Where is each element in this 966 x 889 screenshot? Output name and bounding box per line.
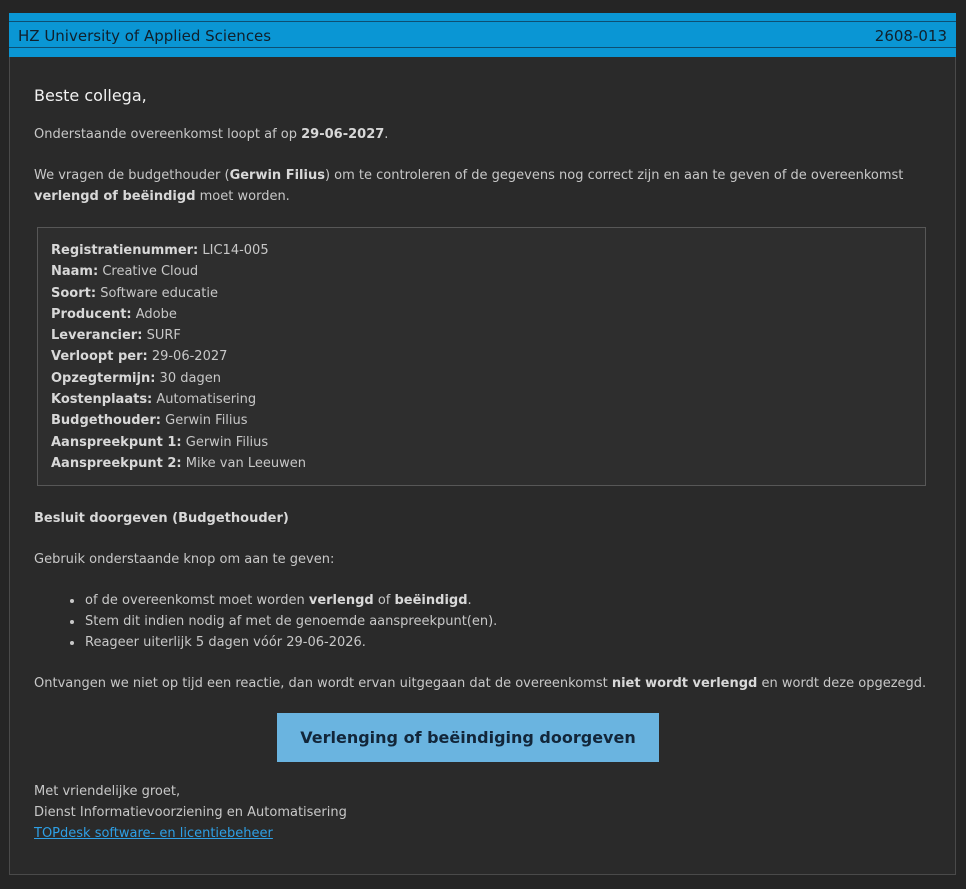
detail-value: Gerwin Filius — [165, 413, 248, 429]
signature-link-row: TOPdesk software- en licentiebeheer — [34, 823, 934, 844]
reference-code: 2608-013 — [874, 27, 947, 45]
detail-row: Aanspreekpunt 1: Gerwin Filius — [51, 432, 912, 453]
header-bar: HZ University of Applied Sciences 2608-0… — [9, 13, 956, 57]
detail-label: Aanspreekpunt 1: — [51, 434, 182, 450]
detail-row: Budgethouder: Gerwin Filius — [51, 410, 912, 431]
bullet1-mid: of — [373, 593, 395, 609]
email-body: Beste collega, Onderstaande overeenkomst… — [34, 85, 934, 844]
request-bold: verlengd of beëindigd — [34, 189, 196, 204]
detail-value: 29-06-2027 — [151, 349, 228, 365]
department: Dienst Informatievoorziening en Automati… — [34, 805, 347, 821]
detail-value: Creative Cloud — [102, 264, 199, 280]
warning-bold: niet wordt verlengd — [611, 676, 758, 692]
topdesk-link[interactable]: TOPdesk software- en licentiebeheer — [34, 826, 273, 841]
detail-value: LIC14-005 — [202, 243, 269, 258]
detail-row: Leverancier: SURF — [51, 325, 912, 346]
detail-row: Opzegtermijn: 30 dagen — [51, 368, 912, 389]
expiry-date: 29-06-2027 — [301, 127, 385, 142]
bullet1-bold-extend: verlengd — [308, 593, 374, 609]
detail-value: Gerwin Filius — [185, 434, 269, 450]
detail-row: Verloopt per: 29-06-2027 — [51, 346, 912, 367]
detail-label: Verloopt per: — [51, 349, 148, 365]
signature: Met vriendelijke groet, Dienst Informati… — [34, 781, 934, 844]
request-prefix: We vragen de budgethouder ( — [34, 168, 230, 183]
decision-title-text: Besluit doorgeven (Budgethouder) — [34, 511, 289, 527]
detail-label: Opzegtermijn: — [51, 370, 156, 386]
intro-text: Onderstaande overeenkomst loopt af op 29… — [34, 124, 934, 145]
warning-suffix: en wordt deze opgezegd. — [757, 676, 927, 692]
detail-label: Kostenplaats: — [51, 392, 153, 408]
list-item: Reageer uiterlijk 5 dagen vóór 29-06-202… — [84, 632, 934, 653]
decision-list: of de overeenkomst moet worden verlengd … — [34, 590, 934, 653]
detail-row: Naam: Creative Cloud — [51, 261, 912, 282]
detail-label: Budgethouder: — [51, 413, 161, 429]
submit-decision-button[interactable]: Verlenging of beëindiging doorgeven — [277, 713, 659, 763]
budget-holder-name: Gerwin Filius — [229, 168, 325, 183]
closing: Met vriendelijke groet, — [34, 784, 181, 800]
detail-row: Soort: Software educatie — [51, 283, 912, 304]
list-item: of de overeenkomst moet worden verlengd … — [84, 590, 934, 611]
detail-label: Leverancier: — [51, 328, 143, 344]
decision-instruction: Gebruik onderstaande knop om aan te geve… — [34, 552, 335, 568]
detail-value: Adobe — [135, 306, 177, 322]
warning-text: Ontvangen we niet op tijd een reactie, d… — [34, 673, 934, 694]
detail-label: Soort: — [51, 285, 97, 301]
request-mid: ) om te controleren of de gegevens nog c… — [324, 168, 904, 183]
detail-label: Producent: — [51, 306, 132, 322]
decision-title: Besluit doorgeven (Budgethouder) — [34, 508, 934, 529]
detail-row: Kostenplaats: Automatisering — [51, 389, 912, 410]
detail-value: SURF — [146, 328, 181, 344]
detail-row: Producent: Adobe — [51, 304, 912, 325]
details-box: Registratienummer: LIC14-005 Naam: Creat… — [37, 227, 926, 487]
detail-label: Registratienummer: — [51, 243, 199, 258]
detail-value: 30 dagen — [159, 370, 221, 386]
intro-suffix: . — [384, 127, 389, 142]
institution-name: HZ University of Applied Sciences — [18, 27, 272, 45]
header-inner: HZ University of Applied Sciences 2608-0… — [9, 21, 956, 48]
detail-value: Software educatie — [100, 285, 218, 301]
detail-label: Aanspreekpunt 2: — [51, 455, 182, 471]
bullet1-bold-terminate: beëindigd — [394, 593, 468, 609]
greeting: Beste collega, — [34, 86, 147, 105]
request-text: We vragen de budgethouder (Gerwin Filius… — [34, 165, 934, 207]
detail-row: Aanspreekpunt 2: Mike van Leeuwen — [51, 453, 912, 474]
list-item: Stem dit indien nodig af met de genoemde… — [84, 611, 934, 632]
warning-prefix: Ontvangen we niet op tijd een reactie, d… — [34, 676, 612, 692]
intro-prefix: Onderstaande overeenkomst loopt af op — [34, 127, 302, 142]
cta-wrapper: Verlenging of beëindiging doorgeven — [34, 713, 934, 763]
request-suffix: moet worden. — [195, 189, 290, 204]
detail-row: Registratienummer: LIC14-005 — [51, 240, 912, 261]
bullet1-prefix: of de overeenkomst moet worden — [85, 593, 309, 609]
detail-value: Automatisering — [156, 392, 257, 408]
bullet1-suffix: . — [467, 593, 472, 609]
detail-value: Mike van Leeuwen — [185, 455, 306, 471]
detail-label: Naam: — [51, 264, 99, 280]
